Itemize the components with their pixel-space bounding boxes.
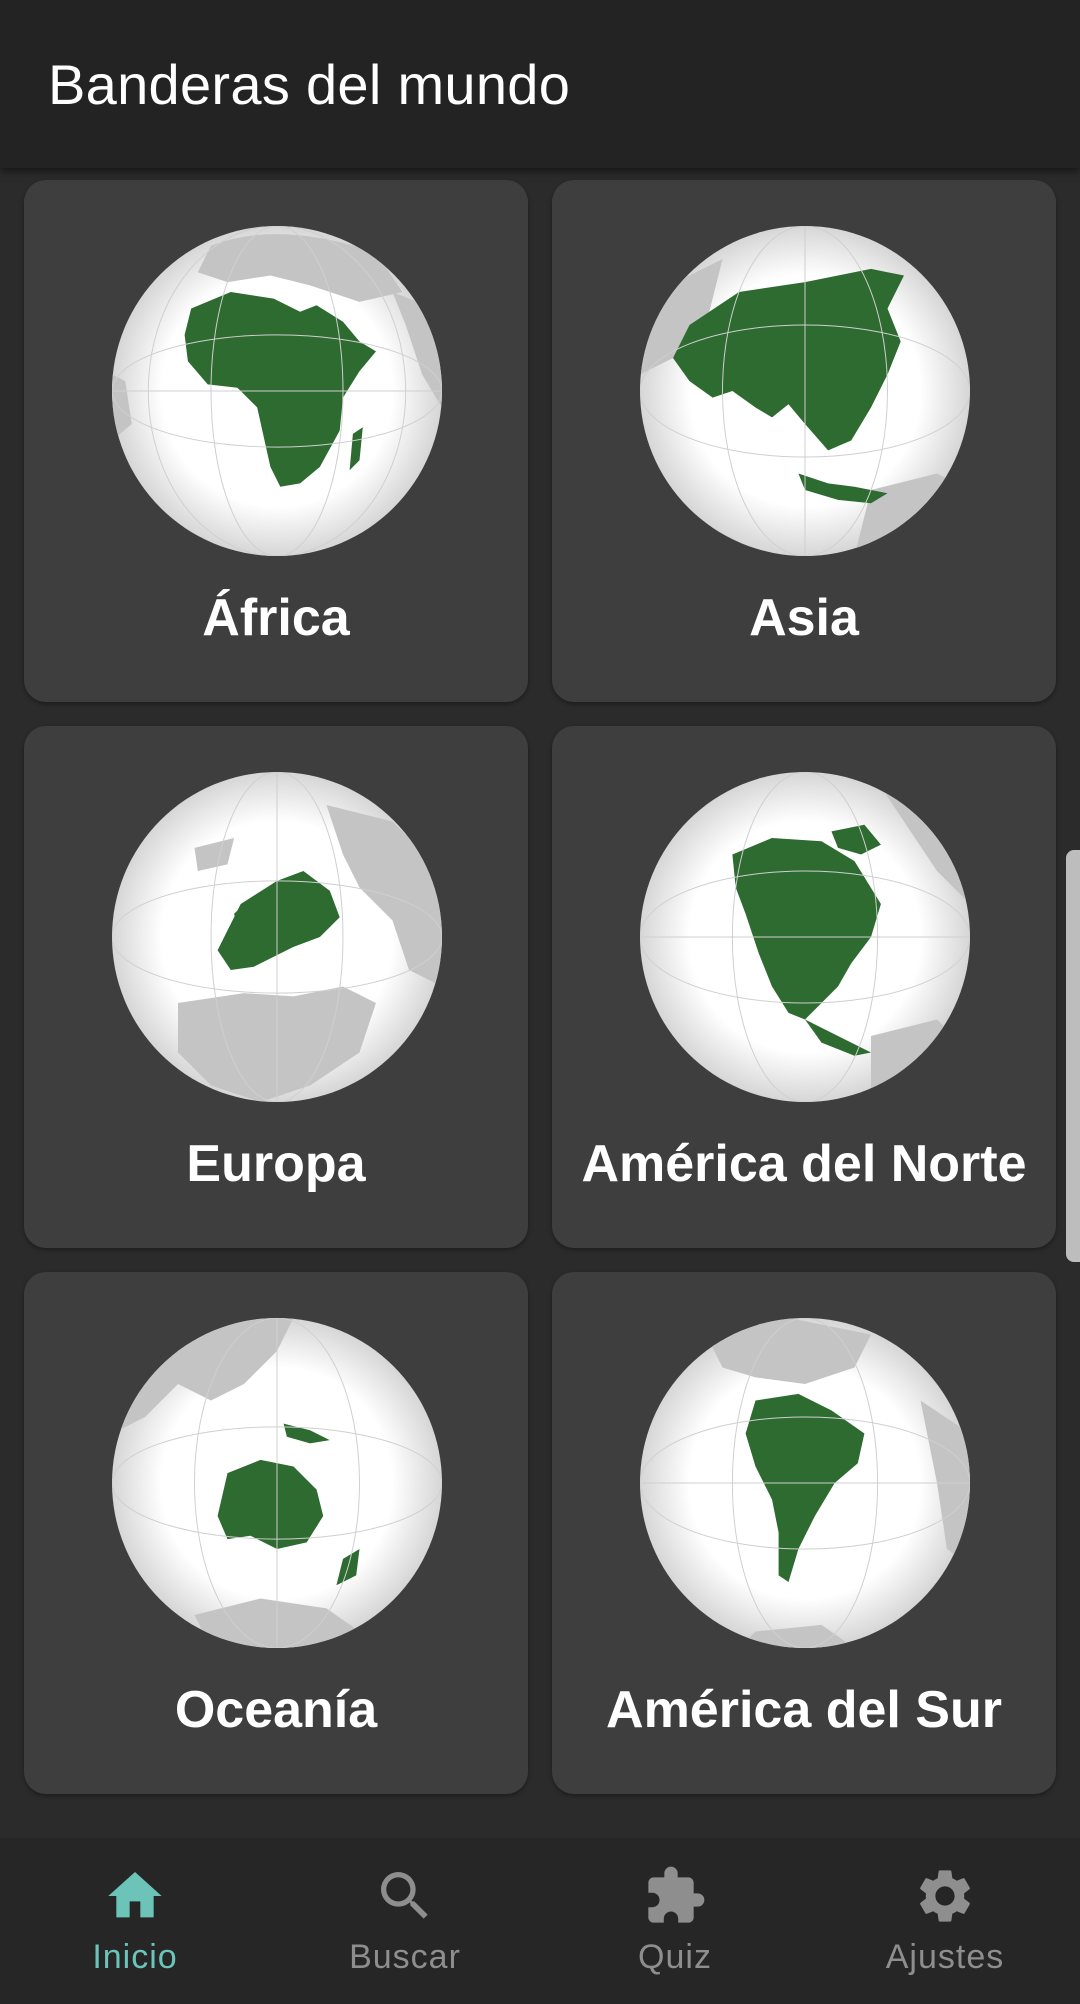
region-grid: África Asia Europa América del Norte Oce…	[24, 180, 1056, 1794]
nav-label-quiz: Quiz	[638, 1938, 712, 1976]
europe-globe-icon	[112, 772, 442, 1102]
nav-item-quiz[interactable]: Quiz	[540, 1838, 810, 2004]
gear-icon	[920, 1870, 970, 1922]
region-label-europe: Europa	[186, 1135, 366, 1193]
region-card-europe[interactable]: Europa	[24, 726, 528, 1248]
page-title: Banderas del mundo	[48, 53, 571, 116]
africa-globe-icon	[112, 226, 442, 556]
nav-label-inicio: Inicio	[92, 1938, 178, 1976]
region-card-south-america[interactable]: América del Sur	[552, 1272, 1056, 1794]
nav-item-inicio[interactable]: Inicio	[0, 1838, 270, 2004]
region-label-north-america: América del Norte	[581, 1135, 1027, 1193]
region-label-africa: África	[202, 589, 350, 647]
asia-globe-icon	[640, 226, 970, 556]
region-label-asia: Asia	[749, 589, 859, 647]
nav-item-ajustes[interactable]: Ajustes	[810, 1838, 1080, 2004]
bottom-nav: Inicio Buscar Quiz Ajustes	[0, 1838, 1080, 2004]
region-card-africa[interactable]: África	[24, 180, 528, 702]
region-card-oceania[interactable]: Oceanía	[24, 1272, 528, 1794]
scrollbar[interactable]	[1066, 850, 1080, 1262]
puzzle-icon	[648, 1866, 705, 1923]
region-label-south-america: América del Sur	[606, 1681, 1002, 1739]
region-card-north-america[interactable]: América del Norte	[552, 726, 1056, 1248]
region-card-asia[interactable]: Asia	[552, 180, 1056, 702]
search-icon	[381, 1872, 428, 1919]
oceania-globe-icon	[112, 1318, 442, 1648]
home-icon	[108, 1872, 162, 1918]
region-label-oceania: Oceanía	[174, 1681, 378, 1739]
nav-label-ajustes: Ajustes	[885, 1938, 1005, 1976]
south-america-globe-icon	[640, 1318, 970, 1648]
north-america-globe-icon	[640, 772, 970, 1102]
nav-label-buscar: Buscar	[349, 1938, 461, 1976]
nav-item-buscar[interactable]: Buscar	[270, 1838, 540, 2004]
app-bar: Banderas del mundo	[0, 0, 1080, 168]
